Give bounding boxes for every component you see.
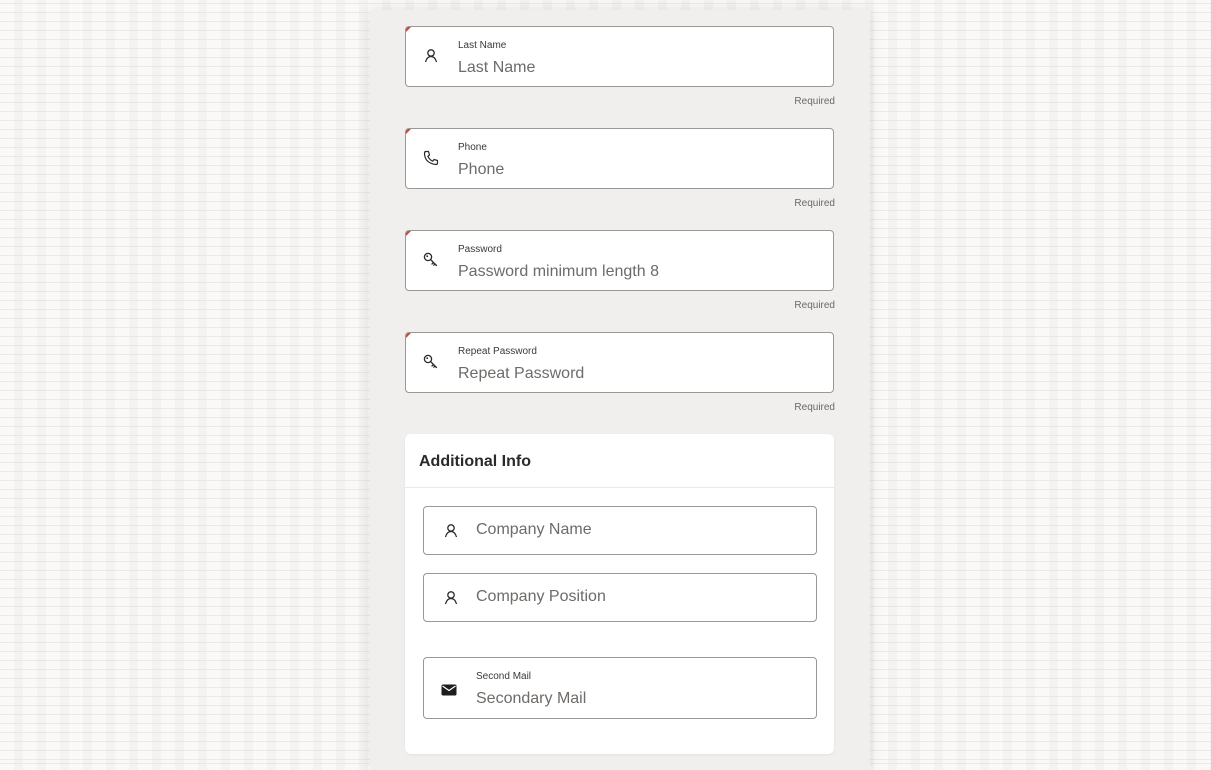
company-name-field[interactable] <box>423 506 817 555</box>
key-icon <box>422 251 440 269</box>
repeat-password-helper: Required <box>794 402 835 413</box>
card-divider <box>405 487 834 488</box>
last-name-field[interactable]: Last Name <box>405 26 834 87</box>
additional-info-title: Additional Info <box>419 453 531 470</box>
required-indicator <box>406 231 412 237</box>
required-indicator <box>406 27 412 33</box>
person-icon <box>442 589 460 607</box>
second-mail-label: Second Mail <box>476 671 532 682</box>
key-icon <box>422 353 440 371</box>
person-icon <box>422 47 440 65</box>
last-name-input[interactable] <box>458 59 818 77</box>
password-label: Password <box>458 244 502 255</box>
required-indicator <box>406 333 412 339</box>
repeat-password-input[interactable] <box>458 365 818 383</box>
envelope-icon <box>440 681 458 699</box>
repeat-password-label: Repeat Password <box>458 346 537 357</box>
repeat-password-field[interactable]: Repeat Password <box>405 332 834 393</box>
additional-info-card: Additional Info Second Mail <box>405 434 834 754</box>
last-name-label: Last Name <box>458 40 507 51</box>
company-position-field[interactable] <box>423 573 817 622</box>
person-icon <box>442 522 460 540</box>
phone-field[interactable]: Phone <box>405 128 834 189</box>
phone-label: Phone <box>458 142 487 153</box>
company-name-input[interactable] <box>476 521 796 539</box>
phone-input[interactable] <box>458 161 818 179</box>
password-helper: Required <box>794 300 835 311</box>
second-mail-field[interactable]: Second Mail <box>423 657 817 719</box>
form-panel: Last Name Required Phone Required Passwo… <box>370 10 870 770</box>
phone-icon <box>422 149 440 167</box>
password-input[interactable] <box>458 263 818 281</box>
phone-helper: Required <box>794 198 835 209</box>
second-mail-input[interactable] <box>476 690 796 708</box>
required-indicator <box>406 129 412 135</box>
company-position-input[interactable] <box>476 588 796 606</box>
password-field[interactable]: Password <box>405 230 834 291</box>
last-name-helper: Required <box>794 96 835 107</box>
